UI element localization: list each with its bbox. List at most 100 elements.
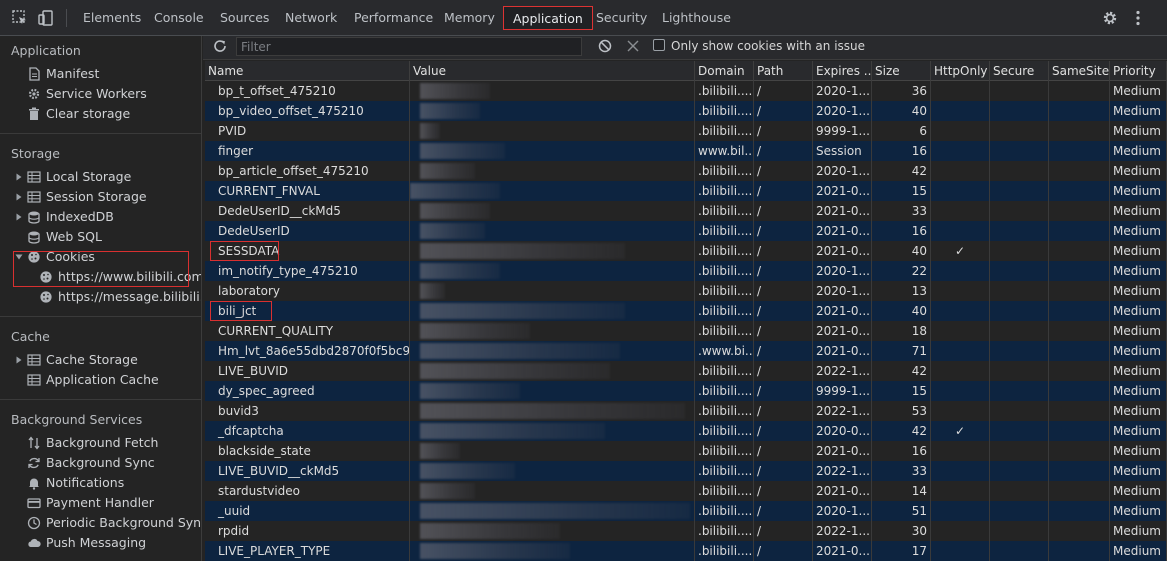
cell-path: / — [754, 221, 813, 241]
sidebar-item-label: Application Cache — [46, 372, 159, 387]
sidebar-item-background-fetch[interactable]: Background Fetch — [0, 433, 201, 453]
sidebar-item-push-messaging[interactable]: Push Messaging — [0, 533, 201, 553]
column-header-path[interactable]: Path — [754, 61, 813, 81]
table-row[interactable]: CURRENT_FNVAL .bilibili..../2021-0... 15 Me… — [205, 181, 1167, 201]
table-row[interactable]: blackside_state .bilibili..../2021-0... 16… — [205, 441, 1167, 461]
tab-network[interactable]: Network — [285, 6, 337, 30]
refresh-icon[interactable] — [212, 38, 228, 54]
inspect-element-icon[interactable] — [11, 9, 29, 27]
redacted-value — [420, 343, 620, 359]
table-row[interactable]: _dfcaptcha .bilibili..../2020-0... 42 ✓ Medi… — [205, 421, 1167, 441]
sidebar-item-manifest[interactable]: Manifest — [0, 64, 201, 84]
sidebar-item-periodic-background-sync[interactable]: Periodic Background Sync — [0, 513, 201, 533]
sidebar-item-local-storage[interactable]: Local Storage — [0, 167, 201, 187]
filter-input[interactable] — [236, 37, 582, 56]
table-row[interactable]: laboratory .bilibili..../2020-1... 13 Mediu… — [205, 281, 1167, 301]
table-row[interactable]: bili_jct .bilibili..../2021-0... 40 Medium — [205, 301, 1167, 321]
tab-lighthouse[interactable]: Lighthouse — [662, 6, 731, 30]
table-row[interactable]: bp_t_offset_475210 .bilibili..../2020-1..… — [205, 81, 1167, 101]
sidebar-item-cache-storage[interactable]: Cache Storage — [0, 350, 201, 370]
table-row[interactable]: LIVE_BUVID__ckMd5 .bilibili..../2022-1...… — [205, 461, 1167, 481]
settings-gear-icon[interactable] — [1101, 9, 1119, 27]
table-row[interactable]: rpdid .bilibili..../2022-1... 30 Medium — [205, 521, 1167, 541]
expand-arrow-right-icon[interactable] — [15, 173, 23, 181]
table-row[interactable]: dy_spec_agreed .bilibili..../9999-1... 15 M… — [205, 381, 1167, 401]
table-row[interactable]: Hm_lvt_8a6e55dbd2870f0f5bc91... .www.bi..… — [205, 341, 1167, 361]
sidebar-item-background-sync[interactable]: Background Sync — [0, 453, 201, 473]
table-row[interactable]: im_notify_type_475210 .bilibili..../2020-… — [205, 261, 1167, 281]
table-row[interactable]: bp_video_offset_475210 .bilibili..../2020… — [205, 101, 1167, 121]
cell-httponly — [931, 321, 990, 341]
sidebar-item-application-cache[interactable]: Application Cache — [0, 370, 201, 390]
tab-elements[interactable]: Elements — [83, 6, 141, 30]
table-row[interactable]: finger www.bil... / Session 16 Medium — [205, 141, 1167, 161]
cell-expires: 2020-1... — [813, 101, 872, 121]
sidebar-item-web-sql[interactable]: Web SQL — [0, 227, 201, 247]
sidebar-item-service-workers[interactable]: Service Workers — [0, 84, 201, 104]
cell-priority: Medium — [1110, 161, 1167, 181]
cell-httponly — [931, 121, 990, 141]
tab-application[interactable]: Application — [503, 6, 593, 30]
cell-httponly — [931, 301, 990, 321]
table-row[interactable]: LIVE_BUVID .bilibili..../2022-1... 42 Mediu… — [205, 361, 1167, 381]
column-header-size[interactable]: Size — [872, 61, 931, 81]
table-row[interactable]: buvid3 .bilibili..../2022-1... 53 Medium — [205, 401, 1167, 421]
tab-memory[interactable]: Memory — [444, 6, 495, 30]
column-header-value[interactable]: Value — [410, 61, 695, 81]
cell-value — [410, 501, 695, 521]
column-header-priority[interactable]: Priority — [1110, 61, 1167, 81]
tab-sources[interactable]: Sources — [220, 6, 269, 30]
cell-value — [410, 101, 695, 121]
column-header-samesite[interactable]: SameSite — [1049, 61, 1110, 81]
more-options-icon[interactable] — [1130, 9, 1146, 27]
table-row[interactable]: _uuid .bilibili..../2020-1... 51 Medium — [205, 501, 1167, 521]
expand-arrow-right-icon[interactable] — [15, 356, 23, 364]
table-row[interactable]: PVID .bilibili..../9999-1... 6 Medium — [205, 121, 1167, 141]
table-row[interactable]: LIVE_PLAYER_TYPE .bilibili..../2021-0... 1… — [205, 541, 1167, 561]
sidebar-item-session-storage[interactable]: Session Storage — [0, 187, 201, 207]
sidebar-item-notifications[interactable]: Notifications — [0, 473, 201, 493]
cell-secure — [990, 341, 1049, 361]
delete-selected-icon[interactable] — [627, 40, 639, 52]
tab-security[interactable]: Security — [596, 6, 647, 30]
table-row[interactable]: CURRENT_QUALITY .bilibili..../2021-0... 18… — [205, 321, 1167, 341]
cell-priority: Medium — [1110, 361, 1167, 381]
cell-secure — [990, 441, 1049, 461]
grid-icon — [27, 354, 41, 366]
table-row[interactable]: bp_article_offset_475210 .bilibili..../20… — [205, 161, 1167, 181]
cell-size: 33 — [872, 461, 931, 481]
sidebar-item-clear-storage[interactable]: Clear storage — [0, 104, 201, 124]
cell-domain: .bilibili.... — [695, 361, 754, 381]
sidebar-item-label: Service Workers — [46, 86, 147, 101]
clear-all-cookies-icon[interactable] — [598, 39, 612, 53]
cell-value — [410, 121, 695, 141]
tab-performance[interactable]: Performance — [354, 6, 433, 30]
column-header-httponly[interactable]: HttpOnly — [931, 61, 990, 81]
cell-samesite — [1049, 501, 1110, 521]
table-row[interactable]: DedeUserID .bilibili..../2021-0... 16 Mediu… — [205, 221, 1167, 241]
tab-console[interactable]: Console — [154, 6, 204, 30]
column-header-expires[interactable]: Expires ... — [813, 61, 872, 81]
expand-arrow-right-icon[interactable] — [15, 193, 23, 201]
sidebar-item-label: IndexedDB — [46, 209, 114, 224]
cell-httponly — [931, 381, 990, 401]
table-row[interactable]: stardustvideo .bilibili..../2021-0... 14 Me… — [205, 481, 1167, 501]
column-header-domain[interactable]: Domain — [695, 61, 754, 81]
cell-priority: Medium — [1110, 481, 1167, 501]
cell-value — [410, 441, 695, 461]
sidebar-item-indexeddb[interactable]: IndexedDB — [0, 207, 201, 227]
table-row[interactable]: DedeUserID__ckMd5 .bilibili..../2021-0...… — [205, 201, 1167, 221]
sidebar-cookie-origin[interactable]: https://message.bilibili.com — [0, 287, 201, 307]
sidebar-item-payment-handler[interactable]: Payment Handler — [0, 493, 201, 513]
issue-filter-checkbox[interactable] — [653, 39, 665, 51]
column-header-name[interactable]: Name — [205, 61, 410, 81]
table-row[interactable]: SESSDATA .bilibili..../2021-0... 40 ✓ Medium — [205, 241, 1167, 261]
expand-arrow-right-icon[interactable] — [15, 213, 23, 221]
cell-samesite — [1049, 241, 1110, 261]
redacted-value — [420, 403, 685, 419]
cell-samesite — [1049, 361, 1110, 381]
column-header-secure[interactable]: Secure — [990, 61, 1049, 81]
cell-name: Hm_lvt_8a6e55dbd2870f0f5bc91... — [205, 341, 410, 361]
cell-httponly — [931, 161, 990, 181]
device-toolbar-icon[interactable] — [37, 9, 55, 27]
